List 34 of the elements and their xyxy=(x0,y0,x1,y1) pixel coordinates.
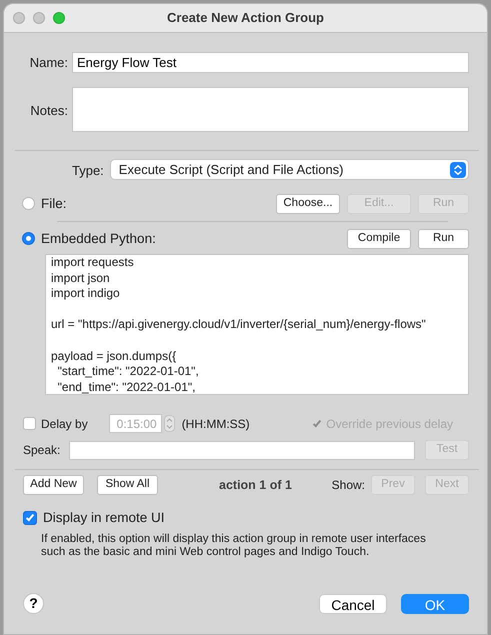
window-button-icon[interactable] xyxy=(53,12,65,24)
format-hint: (HH:MM:SS) xyxy=(182,416,250,432)
checkbox-label: Display in remote UI xyxy=(43,509,165,527)
type-dropdown[interactable]: Execute Script (Script and File Actions) xyxy=(110,159,469,180)
radio-button[interactable] xyxy=(22,197,35,210)
field-label: Notes: xyxy=(29,102,68,120)
checkbox[interactable] xyxy=(23,511,37,526)
window-button-icon[interactable] xyxy=(33,12,45,24)
help-button[interactable]: ? xyxy=(23,593,44,614)
checkbox[interactable] xyxy=(23,417,36,430)
description-text: If enabled, this option will display this action group in remote user interfaces such as the basic and mini Web control pages and Indigo Touch. xyxy=(41,533,427,560)
cancel-button[interactable]: Cancel xyxy=(319,594,387,614)
button[interactable]: Compile xyxy=(347,228,411,249)
field-label: Speak: xyxy=(23,442,60,459)
window-title: Create New Action Group xyxy=(167,9,324,28)
stepper-icon xyxy=(450,162,466,178)
radio-label: File: xyxy=(41,194,67,212)
radio-button[interactable] xyxy=(22,232,35,246)
button[interactable]: Choose... xyxy=(276,194,340,214)
checkbox-label: Delay by xyxy=(41,416,88,432)
field-label: Name: xyxy=(28,54,68,72)
text-field[interactable]: Energy Flow Test xyxy=(72,52,469,73)
button[interactable]: Run xyxy=(418,228,469,249)
button[interactable]: Add New xyxy=(23,475,84,495)
code-editor[interactable]: import requests import json import indigo url = "https://api.givenergy.cloud/v1/inverter/{serial_num}/energy-flows" payload = json.dumps({ "start_time": "2022-01-01", "end_time": "2022-01-01", xyxy=(45,254,469,395)
window-button-icon[interactable] xyxy=(13,12,25,24)
field-label: Type: xyxy=(72,162,104,180)
action-counter: action 1 of 1 xyxy=(219,476,292,494)
radio-label: Embedded Python: xyxy=(41,230,156,248)
stepper-icon xyxy=(164,415,175,432)
speak-field[interactable] xyxy=(69,440,415,460)
button[interactable]: Show All xyxy=(97,475,158,495)
notes-field[interactable] xyxy=(72,87,469,132)
field-label: Show: xyxy=(332,477,365,494)
